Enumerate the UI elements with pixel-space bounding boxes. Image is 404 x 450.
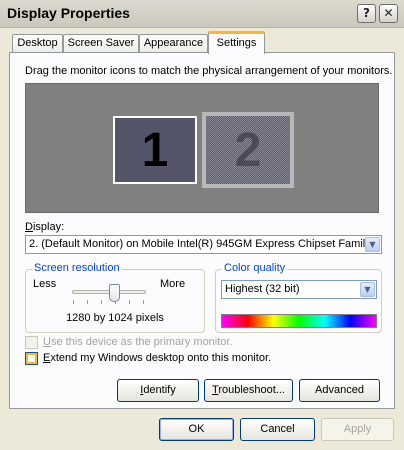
display-label: Display:	[25, 221, 65, 233]
monitor-arrangement-area: 1 2	[25, 83, 379, 213]
display-dropdown[interactable]: 2. (Default Monitor) on Mobile Intel(R) …	[25, 235, 382, 254]
close-button[interactable]: ✕	[379, 4, 398, 23]
chevron-down-icon[interactable]: ▼	[360, 282, 375, 297]
title-bar[interactable]: Display Properties ? ✕	[0, 0, 404, 28]
settings-panel: Drag the monitor icons to match the phys…	[9, 52, 395, 409]
color-quality-dropdown[interactable]: Highest (32 bit) ▼	[221, 280, 377, 299]
monitor-icon-1[interactable]: 1	[113, 116, 197, 184]
display-properties-window: Display Properties ? ✕ Desktop Screen Sa…	[0, 0, 404, 450]
monitor-number-1: 1	[141, 123, 169, 177]
color-quality-value: Highest (32 bit)	[225, 283, 300, 295]
slider-tick	[129, 300, 130, 304]
apply-button[interactable]: Apply	[321, 418, 394, 441]
slider-tick	[87, 300, 88, 304]
display-dropdown-value: 2. (Default Monitor) on Mobile Intel(R) …	[29, 238, 371, 250]
slider-tick	[143, 300, 144, 304]
tab-screen-saver[interactable]: Screen Saver	[63, 34, 139, 53]
color-quality-group: Color quality Highest (32 bit) ▼	[215, 262, 382, 333]
tab-appearance[interactable]: Appearance	[139, 34, 208, 53]
resolution-slider-thumb[interactable]	[109, 284, 120, 302]
extend-desktop-checkbox[interactable]	[25, 352, 38, 365]
troubleshoot-button[interactable]: Troubleshoot...	[204, 379, 293, 402]
advanced-button[interactable]: Advanced	[299, 379, 380, 402]
primary-monitor-label: Use this device as the primary monitor.	[43, 336, 233, 348]
resolution-less-label: Less	[33, 278, 57, 290]
identify-button[interactable]: Identify	[117, 379, 199, 402]
cancel-button[interactable]: Cancel	[240, 418, 315, 441]
extend-desktop-label: Extend my Windows desktop onto this moni…	[43, 352, 272, 364]
ok-button[interactable]: OK	[159, 418, 234, 441]
color-quality-title: Color quality	[222, 262, 288, 274]
screen-resolution-title: Screen resolution	[32, 262, 122, 274]
slider-tick	[101, 300, 102, 304]
primary-monitor-checkbox[interactable]	[25, 336, 38, 349]
chevron-down-icon[interactable]: ▼	[365, 237, 380, 252]
resolution-more-label: More	[160, 278, 186, 290]
monitor-icon-2[interactable]: 2	[202, 112, 294, 188]
arrangement-instruction: Drag the monitor icons to match the phys…	[25, 65, 393, 77]
window-title: Display Properties	[7, 5, 130, 21]
tab-desktop[interactable]: Desktop	[12, 34, 63, 53]
resolution-value: 1280 by 1024 pixels	[66, 312, 164, 324]
color-spectrum-bar	[221, 314, 377, 328]
monitor-number-2: 2	[234, 123, 262, 177]
screen-resolution-group: Screen resolution Less More 1280 by 1024…	[25, 262, 205, 333]
tab-settings[interactable]: Settings	[208, 31, 265, 54]
help-button[interactable]: ?	[357, 4, 376, 23]
slider-tick	[73, 300, 74, 304]
